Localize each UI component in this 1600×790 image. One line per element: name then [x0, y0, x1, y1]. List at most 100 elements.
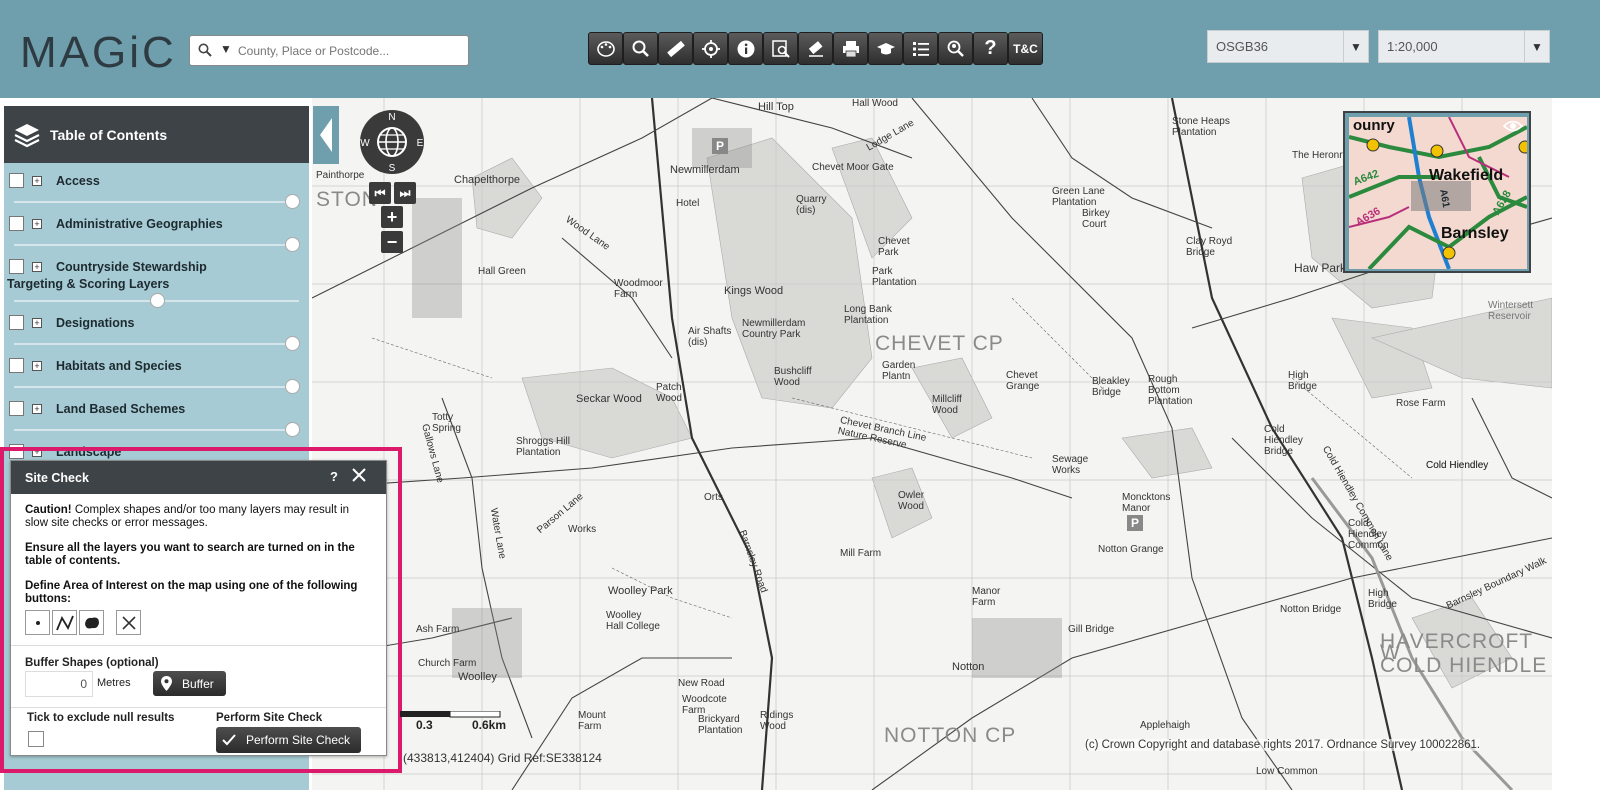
- search-input[interactable]: [238, 40, 458, 62]
- list-icon[interactable]: [903, 32, 938, 65]
- people-search-icon[interactable]: [938, 32, 973, 65]
- expand-icon[interactable]: +: [32, 176, 42, 186]
- overview-label: Wakefield: [1429, 167, 1504, 184]
- parish-label: COLD HIENDLE: [1380, 654, 1548, 677]
- previous-extent-icon[interactable]: ⏮: [369, 182, 391, 204]
- scale-select[interactable]: 1:20,000 ▼: [1378, 30, 1550, 63]
- measure-ruler-icon[interactable]: [658, 32, 693, 65]
- layer-checkbox[interactable]: [9, 216, 24, 231]
- map-place-label: Orts: [704, 492, 723, 503]
- map-place-label: Woodmoor Farm: [614, 278, 663, 300]
- layer-label[interactable]: Land Based Schemes: [56, 401, 301, 418]
- layer-checkbox[interactable]: [9, 401, 24, 416]
- draw-line-button[interactable]: [52, 610, 77, 635]
- print-icon[interactable]: [833, 32, 868, 65]
- locate-target-icon[interactable]: [693, 32, 728, 65]
- expand-icon[interactable]: +: [32, 318, 42, 328]
- layer-checkbox[interactable]: [9, 358, 24, 373]
- opacity-slider[interactable]: [14, 336, 300, 351]
- collapse-toc-button[interactable]: [313, 106, 339, 164]
- opacity-slider[interactable]: [14, 237, 300, 252]
- expand-icon[interactable]: +: [32, 361, 42, 371]
- toc-layer-access: + Access: [4, 163, 309, 209]
- checkmark-icon: [222, 734, 236, 746]
- map-place-label: Notton Grange: [1098, 544, 1164, 555]
- site-check-dialog: Site Check ? Caution! Complex shapes and…: [10, 460, 387, 756]
- zoom-search-icon[interactable]: [623, 32, 658, 65]
- header-bar: MAGiC ▼ County, Place or Postcode... ? T…: [0, 0, 1600, 98]
- chevron-down-icon[interactable]: ▼: [1524, 31, 1549, 62]
- perform-button-label: Perform Site Check: [246, 733, 351, 747]
- define-message: Define Area of Interest on the map using…: [25, 580, 372, 606]
- layer-label[interactable]: Access: [56, 173, 301, 190]
- layer-label[interactable]: Designations: [56, 315, 301, 332]
- map-place-label: Clay Royd Bridge: [1186, 236, 1233, 258]
- map-place-label: Totty Spring: [432, 412, 461, 434]
- info-icon[interactable]: [728, 32, 763, 65]
- opacity-slider[interactable]: [14, 379, 300, 394]
- layer-style-palette-icon[interactable]: [588, 32, 623, 65]
- map-place-label: Bushcliff Wood: [774, 366, 812, 388]
- expand-icon[interactable]: +: [32, 219, 42, 229]
- layer-checkbox[interactable]: [9, 315, 24, 330]
- map-place-label: Mount Farm: [578, 710, 606, 732]
- search-box[interactable]: ▼: [189, 35, 469, 66]
- scale-label: 0.6km: [472, 718, 507, 732]
- next-extent-icon[interactable]: ⏭: [394, 182, 416, 204]
- buffer-button-label: Buffer: [182, 676, 214, 691]
- close-icon[interactable]: [352, 468, 366, 482]
- map-place-label: Garden Plantn: [882, 360, 916, 382]
- compass-n[interactable]: N: [388, 112, 395, 123]
- opacity-slider[interactable]: [14, 194, 300, 209]
- layer-label[interactable]: Administrative Geographies: [56, 216, 301, 233]
- layer-label[interactable]: Countryside Stewardship Targeting & Scor…: [7, 259, 252, 293]
- terms-and-conditions-button[interactable]: T&C: [1008, 32, 1043, 65]
- map-place-label: Long Bank Plantation: [844, 304, 892, 326]
- graduation-cap-icon[interactable]: [868, 32, 903, 65]
- toc-layer-habitats-and-species: + Habitats and Species: [4, 348, 309, 394]
- zoom-out-button[interactable]: −: [381, 231, 403, 253]
- map-place-label: Mill Farm: [840, 548, 882, 559]
- layer-label[interactable]: Habitats and Species: [56, 358, 301, 375]
- map-place-label: Cold Hiendley Bridge: [1264, 424, 1303, 457]
- draw-point-button[interactable]: [25, 610, 50, 635]
- parish-label: CHEVET CP: [875, 332, 1004, 355]
- draw-polygon-button[interactable]: [79, 610, 104, 635]
- compass-w[interactable]: W: [360, 138, 370, 149]
- compass-widget[interactable]: N S E W: [358, 108, 426, 179]
- aoi-shape-buttons: [25, 610, 372, 635]
- compass-s[interactable]: S: [389, 163, 396, 174]
- scale-label: 0.3: [416, 718, 433, 732]
- help-button[interactable]: ?: [330, 469, 338, 484]
- map-place-label: Air Shafts (dis): [688, 326, 732, 348]
- zoom-in-button[interactable]: +: [381, 206, 403, 228]
- perform-site-check-button[interactable]: Perform Site Check: [216, 727, 361, 753]
- map-place-label: Bleakley Bridge: [1092, 376, 1130, 398]
- toc-layer-countryside-stewardship: + Countryside Stewardship Targeting & Sc…: [4, 249, 309, 308]
- exclude-null-checkbox[interactable]: [28, 731, 44, 747]
- map-place-label: Woodcote Farm: [682, 694, 727, 716]
- eraser-icon[interactable]: [798, 32, 833, 65]
- map-place-label: Chevet Moor Gate: [812, 162, 894, 173]
- compass-e[interactable]: E: [417, 138, 424, 149]
- layer-checkbox[interactable]: [9, 173, 24, 188]
- eye-icon[interactable]: [1503, 119, 1523, 133]
- buffer-distance-input[interactable]: 0: [25, 671, 93, 697]
- help-icon[interactable]: ?: [973, 32, 1008, 65]
- projection-select[interactable]: OSGB36 ▼: [1207, 30, 1369, 63]
- map-place-label: Shroggs Hill Plantation: [516, 436, 570, 458]
- clear-shape-button[interactable]: [116, 610, 141, 635]
- chevron-down-icon[interactable]: ▼: [1343, 31, 1368, 62]
- map-place-label: Owler Wood: [898, 490, 925, 512]
- magic-logo[interactable]: MAGiC: [20, 28, 177, 78]
- ensure-text: Ensure all the layers you want to search…: [25, 542, 355, 567]
- expand-icon[interactable]: +: [32, 404, 42, 414]
- search-type-dropdown-icon[interactable]: ▼: [220, 42, 232, 56]
- opacity-slider[interactable]: [14, 422, 300, 437]
- buffer-button[interactable]: Buffer: [153, 671, 226, 696]
- overview-map[interactable]: Wakefield Barnsley A642 A636 A628 A61 ou…: [1343, 111, 1531, 273]
- opacity-slider[interactable]: [14, 293, 299, 308]
- map-search-icon[interactable]: [763, 32, 798, 65]
- map-place-label: Ridings Wood: [760, 710, 794, 732]
- map-place-label: Newmillerdam: [670, 164, 740, 176]
